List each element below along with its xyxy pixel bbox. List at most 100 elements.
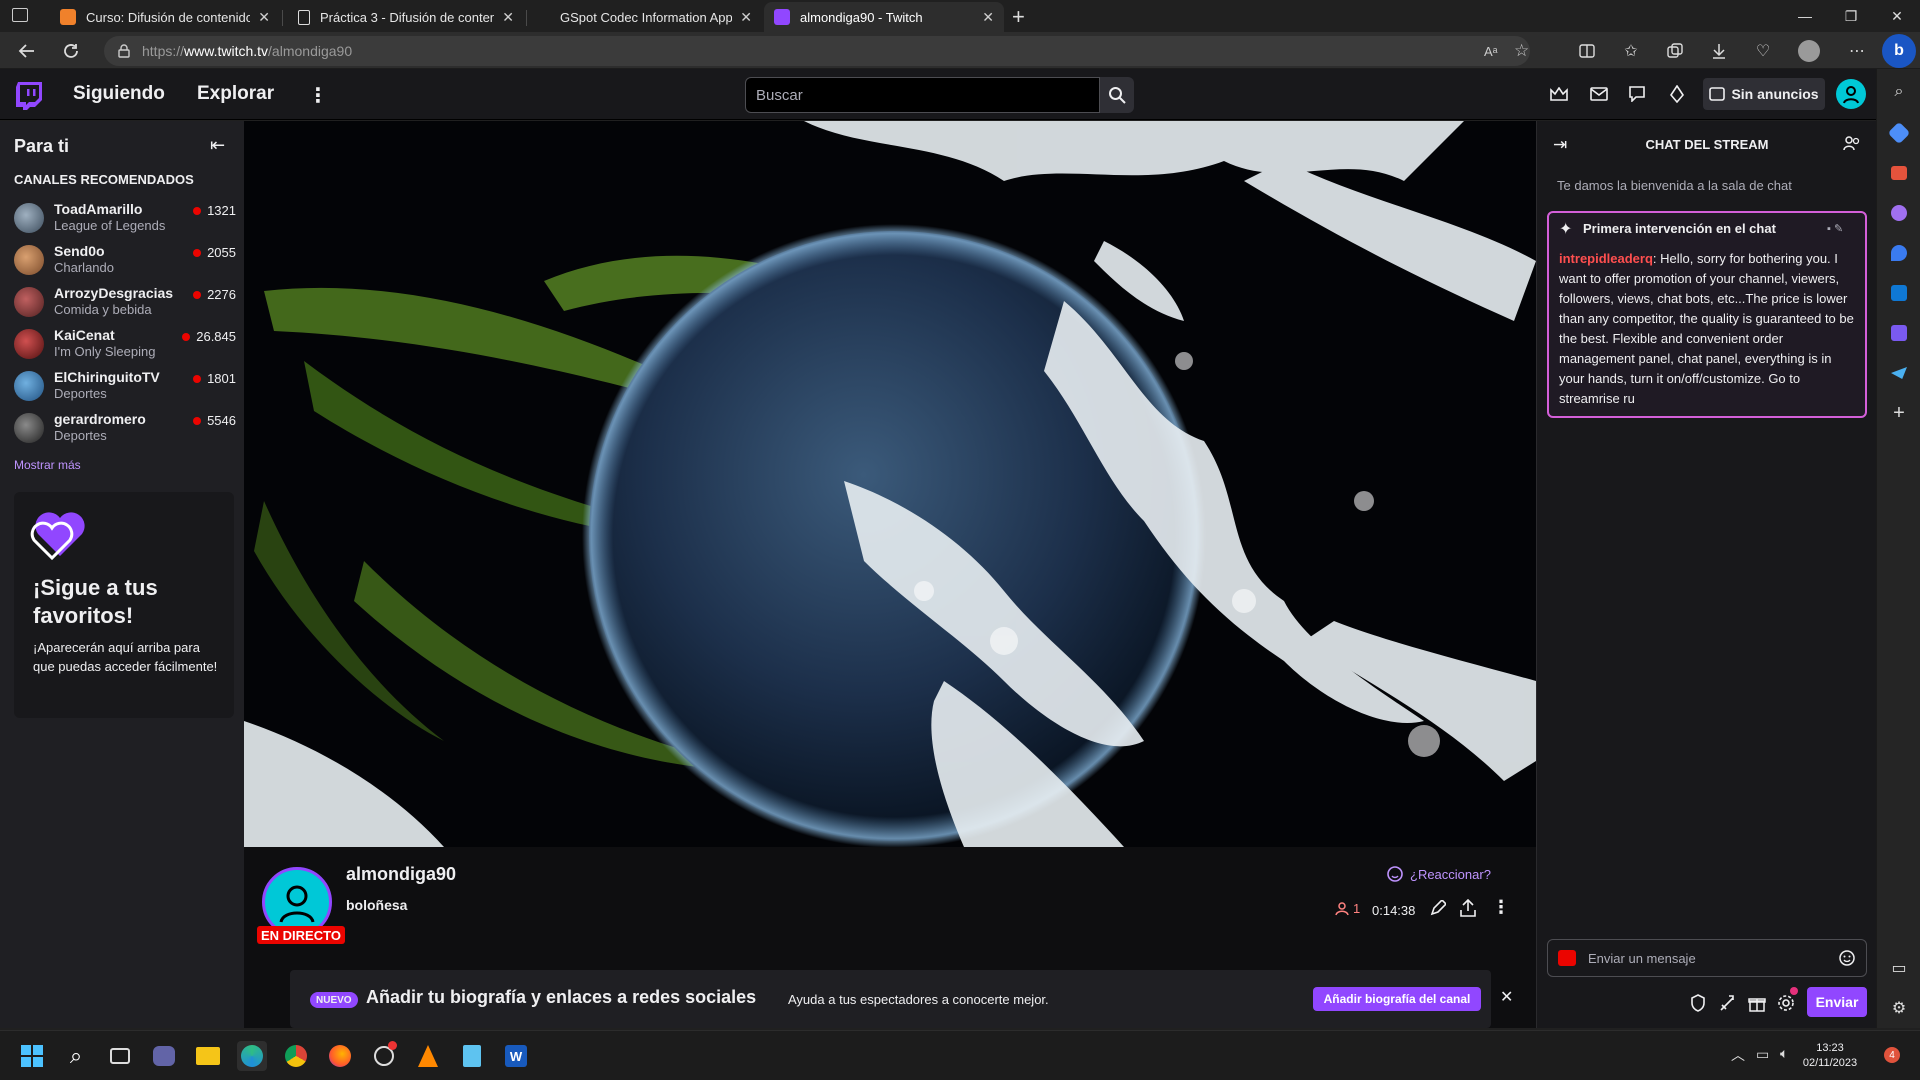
vlc-icon[interactable] [413,1041,443,1071]
mod-shield-icon[interactable] [1690,994,1706,1012]
tab-actions-icon[interactable] [12,8,28,22]
read-aloud-icon[interactable]: Aᵃ [1484,44,1498,59]
volume-muted-icon[interactable]: 🔈︎ [1780,1045,1788,1062]
sidebar-settings-icon[interactable]: ⚙ [1889,998,1909,1018]
search-input[interactable]: Buscar [745,77,1100,113]
reload-icon[interactable] [56,36,86,66]
tab-title: Práctica 3 - Difusión de contenid [320,9,495,25]
split-screen-icon[interactable] [1572,36,1602,66]
close-tab-icon[interactable]: ✕ [740,9,752,26]
sidebar-layout-icon[interactable]: ▭ [1889,958,1909,978]
send-button[interactable]: Enviar [1807,987,1867,1017]
firefox-icon[interactable] [325,1041,355,1071]
word-icon[interactable]: W [501,1041,531,1071]
notepad-icon[interactable] [457,1041,487,1071]
lock-icon[interactable] [118,44,130,58]
send-plane-icon[interactable] [1891,367,1907,379]
app-badge-icon[interactable] [369,1041,399,1071]
browser-tab-2[interactable]: Práctica 3 - Difusión de contenid ✕ [288,2,524,32]
restore-icon[interactable]: ❐ [1828,0,1874,32]
browser-tab-3[interactable]: GSpot Codec Information Applic ✕ [544,2,762,32]
add-app-icon[interactable]: + [1889,402,1909,424]
tray-chevron-icon[interactable]: ︿ [1731,1045,1745,1065]
clock[interactable]: 13:23 02/11/2023 [1800,1041,1860,1071]
viewer-count: 26.845 [182,329,236,344]
browser-tab-4[interactable]: almondiga90 - Twitch ✕ [764,2,1004,32]
taskbar-search-icon[interactable]: ⌕ [61,1041,91,1071]
chat-username[interactable]: intrepidleaderq [1559,251,1653,266]
edit-pencil-icon[interactable] [1430,900,1446,916]
left-sidebar: Para ti ⇤ CANALES RECOMENDADOS ToadAmari… [0,121,244,1028]
channel-name[interactable]: almondiga90 [346,864,456,885]
close-tab-icon[interactable]: ✕ [258,9,270,26]
minimize-icon[interactable]: — [1782,0,1828,32]
twitch-logo-icon[interactable] [16,82,42,110]
notification-count[interactable]: 4 [1884,1047,1900,1063]
favorites-icon[interactable]: ✩ [1616,36,1646,66]
collections-icon[interactable] [1660,36,1690,66]
chat-input-placeholder: Enviar un mensaje [1588,951,1696,966]
close-tab-icon[interactable]: ✕ [502,9,514,26]
close-banner-icon[interactable]: ✕ [1500,987,1513,1007]
channel-item[interactable]: ArrozyDesgracias Comida y bebida 2276 [14,283,236,325]
prime-crown-icon[interactable] [1548,83,1570,105]
downloads-icon[interactable] [1704,36,1734,66]
video-player[interactable] [244,121,1536,847]
channel-item[interactable]: gerardromero Deportes 5546 [14,409,236,451]
designer-icon[interactable] [1891,325,1907,341]
settings-more-icon[interactable]: ⋯ [1842,36,1872,66]
channel-item[interactable]: Send0o Charlando 2055 [14,241,236,283]
collapse-sidebar-icon[interactable]: ⇤ [210,135,225,156]
more-vertical-icon[interactable]: ⋮ [1492,897,1510,918]
shopping-tag-icon[interactable] [1887,121,1911,145]
search-button[interactable] [1100,77,1134,113]
channel-item[interactable]: KaiCenat I'm Only Sleeping 26.845 [14,325,236,367]
outlook-icon[interactable] [1891,285,1907,301]
favorite-star-icon[interactable]: ☆ [1514,41,1529,61]
bits-icon[interactable] [1666,83,1688,105]
share-icon[interactable] [1460,899,1476,917]
inbox-icon[interactable] [1588,83,1610,105]
chat-input[interactable]: Enviar un mensaje [1547,939,1867,977]
add-bio-button[interactable]: Añadir biografía del canal [1313,987,1481,1011]
address-bar[interactable]: https://www.twitch.tv/almondiga90 Aᵃ ☆ [104,36,1530,66]
edge-browser-icon[interactable] [237,1041,267,1071]
sword-icon[interactable] [1719,994,1735,1012]
message-actions-icon[interactable]: ▪ ✎ [1827,222,1843,235]
whispers-icon[interactable] [1626,83,1648,105]
network-icon[interactable]: ▭ [1756,1046,1769,1063]
browser-essentials-icon[interactable]: ♡ [1748,36,1778,66]
teams-chat-icon[interactable] [149,1041,179,1071]
emote-picker-icon[interactable] [1838,949,1856,967]
new-tab-icon[interactable]: + [1012,4,1025,30]
react-button[interactable]: ¿Reaccionar? [1386,865,1491,883]
user-avatar[interactable] [1836,79,1866,109]
channel-item[interactable]: ToadAmarillo League of Legends 1321 [14,199,236,241]
file-explorer-icon[interactable] [193,1041,223,1071]
show-more-link[interactable]: Mostrar más [14,458,81,472]
browser-tab-1[interactable]: Curso: Difusión de contenidos a ✕ [50,2,280,32]
window-close-icon[interactable]: ✕ [1874,0,1920,32]
more-options-icon[interactable]: ⋮ [308,83,328,108]
bing-copilot-icon[interactable]: b [1882,34,1916,68]
copilot-icon[interactable] [1891,245,1907,261]
gift-icon[interactable] [1748,994,1766,1012]
following-link[interactable]: Siguiendo [73,83,165,105]
explore-link[interactable]: Explorar [197,83,274,105]
search-icon[interactable]: ⌕ [1889,82,1909,102]
channel-avatar [14,245,44,275]
document-favicon-icon [298,9,310,25]
close-tab-icon[interactable]: ✕ [982,9,994,26]
profile-icon[interactable] [1794,36,1824,66]
back-icon[interactable] [12,36,42,66]
channel-item[interactable]: ElChiringuitoTV Deportes 1801 [14,367,236,409]
task-view-icon[interactable] [105,1041,135,1071]
heart-icon [30,510,90,560]
chat-settings-icon[interactable] [1777,994,1795,1012]
community-users-icon[interactable] [1843,135,1861,151]
games-icon[interactable] [1891,205,1907,221]
tools-briefcase-icon[interactable] [1891,166,1907,180]
no-ads-button[interactable]: Sin anuncios [1703,78,1825,110]
chrome-icon[interactable] [281,1041,311,1071]
windows-start-icon[interactable] [17,1041,47,1071]
